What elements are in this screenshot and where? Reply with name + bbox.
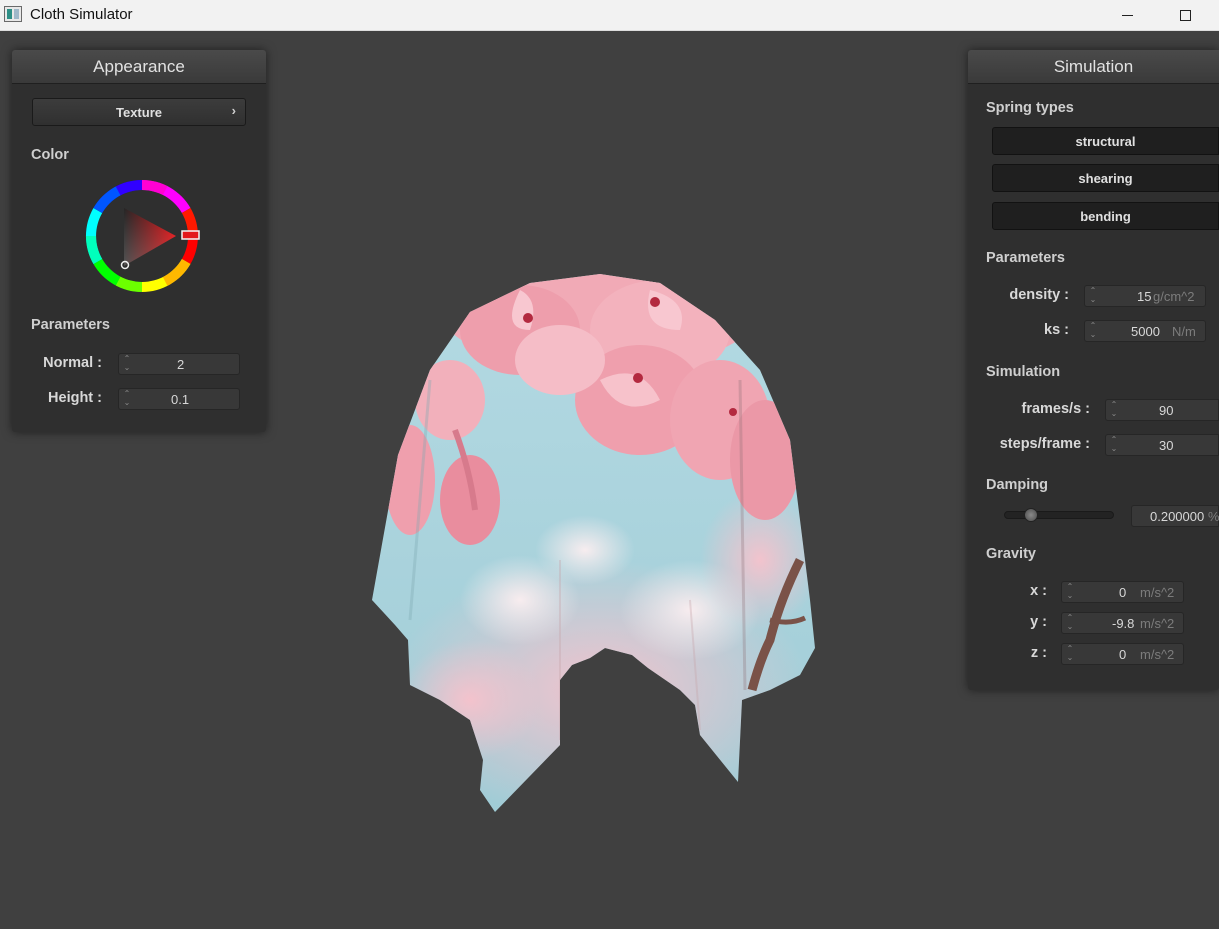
steps-label: steps/frame : [999, 436, 1090, 452]
hue-handle[interactable] [181, 230, 200, 240]
spin-arrows-icon[interactable]: ⌃ ⌄ [1065, 582, 1075, 600]
damping-value: 0.200000 [1150, 509, 1205, 524]
damping-unit: % [1208, 509, 1219, 524]
height-label: Height : [48, 390, 102, 406]
density-unit: g/cm^2 [1153, 289, 1195, 304]
steps-spinbox[interactable]: ⌃ ⌄ 30 [1105, 434, 1219, 456]
gravity-z-label: z : [1030, 645, 1047, 661]
height-spinbox[interactable]: ⌃ ⌄ 0.1 [118, 388, 240, 410]
fps-value: 90 [1159, 403, 1174, 418]
simulation-section-label: Simulation [986, 364, 1061, 380]
ks-value: 5000 [1131, 324, 1160, 339]
appearance-panel: Appearance Texture › Color Parameters No… [12, 50, 266, 432]
ks-unit: N/m [1172, 324, 1196, 339]
spring-types-label: Spring types [986, 100, 1074, 116]
maximize-icon [1179, 10, 1191, 21]
spin-arrows-icon[interactable]: ⌃ ⌄ [122, 389, 132, 407]
damping-slider-handle[interactable] [1024, 508, 1039, 522]
simulation-panel-header[interactable]: Simulation [968, 50, 1219, 84]
density-spinbox[interactable]: ⌃ ⌄ 15 g/cm^2 [1084, 285, 1206, 307]
density-label: density : [1009, 287, 1069, 303]
normal-label: Normal : [43, 355, 102, 371]
spin-arrows-icon[interactable]: ⌃ ⌄ [1088, 321, 1098, 339]
window-title: Cloth Simulator [30, 6, 133, 23]
steps-value: 30 [1159, 438, 1174, 453]
gravity-x-unit: m/s^2 [1140, 585, 1175, 600]
gravity-z-unit: m/s^2 [1140, 647, 1175, 662]
gravity-x-label: x : [1030, 583, 1047, 599]
sim-parameters-label: Parameters [986, 250, 1065, 266]
damping-label: Damping [986, 477, 1049, 493]
color-label: Color [31, 147, 69, 163]
texture-button-label: Texture [116, 104, 162, 120]
damping-slider[interactable] [1004, 508, 1114, 522]
height-value: 0.1 [171, 392, 190, 407]
spring-structural-label: structural [1075, 133, 1136, 149]
gravity-z-value: 0 [1119, 647, 1127, 662]
color-wheel[interactable] [84, 178, 204, 294]
appearance-panel-header[interactable]: Appearance [12, 50, 266, 84]
damping-field[interactable]: 0.200000 % [1131, 505, 1219, 527]
gravity-label: Gravity [986, 546, 1036, 562]
spin-arrows-icon[interactable]: ⌃ ⌄ [1065, 644, 1075, 662]
normal-value: 2 [177, 357, 185, 372]
gravity-z-spinbox[interactable]: ⌃ ⌄ 0 m/s^2 [1061, 643, 1184, 665]
simulation-panel: Simulation Spring types structural shear… [968, 50, 1219, 690]
ks-label: ks : [1044, 322, 1069, 338]
density-value: 15 [1137, 289, 1152, 304]
spin-arrows-icon[interactable]: ⌃ ⌄ [122, 354, 132, 372]
spring-bending-label: bending [1080, 208, 1131, 224]
gravity-y-value: -9.8 [1112, 616, 1135, 631]
spin-arrows-icon[interactable]: ⌃ ⌄ [1109, 400, 1119, 418]
maximize-button[interactable] [1162, 0, 1208, 31]
gravity-x-spinbox[interactable]: ⌃ ⌄ 0 m/s^2 [1061, 581, 1184, 603]
spin-arrows-icon[interactable]: ⌃ ⌄ [1065, 613, 1075, 631]
spin-arrows-icon[interactable]: ⌃ ⌄ [1109, 435, 1119, 453]
app-window-icon [4, 6, 22, 22]
chevron-right-icon: › [231, 103, 236, 118]
gravity-y-label: y : [1030, 614, 1047, 630]
minimize-icon [1121, 15, 1133, 16]
normal-spinbox[interactable]: ⌃ ⌄ 2 [118, 353, 240, 375]
title-bar: Cloth Simulator [0, 0, 1219, 31]
spring-shearing-label: shearing [1078, 170, 1133, 186]
texture-button[interactable]: Texture › [32, 98, 246, 126]
ks-spinbox[interactable]: ⌃ ⌄ 5000 N/m [1084, 320, 1206, 342]
spring-structural-button[interactable]: structural [992, 127, 1219, 155]
spin-arrows-icon[interactable]: ⌃ ⌄ [1088, 286, 1098, 304]
fps-label: frames/s : [1021, 401, 1090, 417]
gravity-y-spinbox[interactable]: ⌃ ⌄ -9.8 m/s^2 [1061, 612, 1184, 634]
minimize-button[interactable] [1104, 0, 1150, 31]
gravity-y-unit: m/s^2 [1140, 616, 1175, 631]
spring-shearing-button[interactable]: shearing [992, 164, 1219, 192]
spring-bending-button[interactable]: bending [992, 202, 1219, 230]
gravity-x-value: 0 [1119, 585, 1127, 600]
appearance-parameters-label: Parameters [31, 317, 110, 333]
fps-spinbox[interactable]: ⌃ ⌄ 90 [1105, 399, 1219, 421]
